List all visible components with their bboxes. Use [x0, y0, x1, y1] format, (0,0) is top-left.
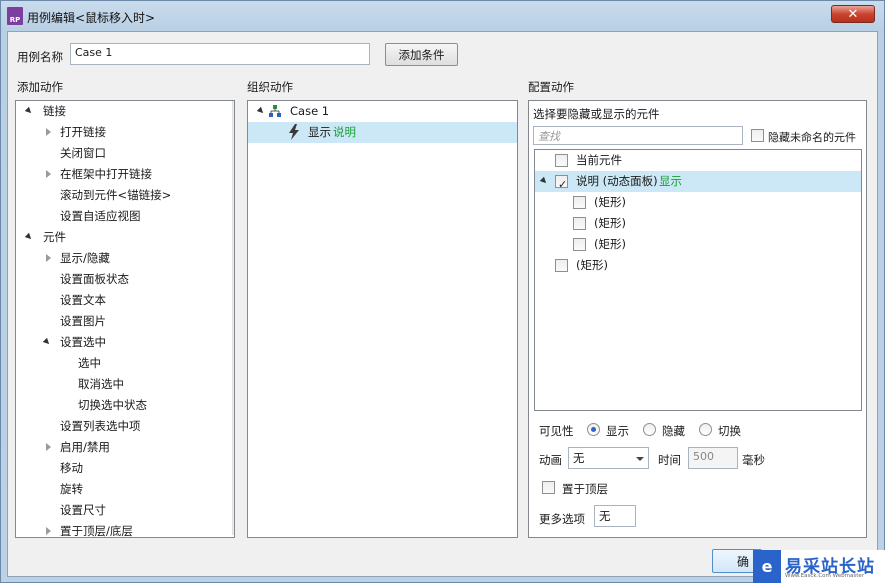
expanded-triangle-icon [42, 337, 52, 347]
collapsed-triangle-icon [46, 128, 51, 136]
visibility-toggle-radio[interactable] [699, 423, 712, 436]
widget-checkbox[interactable] [573, 196, 586, 209]
case-name-label: 用例名称 [17, 50, 63, 64]
widget-row-rectangle[interactable]: (矩形) [535, 213, 861, 234]
visibility-label: 可见性 [539, 424, 574, 438]
title-bar[interactable]: RP 用例编辑<鼠标移入时> ✕ [1, 1, 884, 31]
widget-row-current[interactable]: 当前元件 [535, 150, 861, 171]
collapsed-triangle-icon [46, 254, 51, 262]
visibility-hide-label: 隐藏 [662, 424, 685, 438]
widget-row-dynamic-panel[interactable]: ✓ 说明 (动态面板) 显示 [535, 171, 861, 192]
tree-item-close-window[interactable]: 关闭窗口 [16, 143, 232, 164]
close-button[interactable]: ✕ [831, 5, 875, 23]
tree-item-set-image[interactable]: 设置图片 [16, 311, 232, 332]
configure-action-panel: 选择要隐藏或显示的元件 查找 隐藏未命名的元件 当前元件 ✓ 说明 (动态面板)… [528, 100, 867, 538]
widget-search-input[interactable]: 查找 [533, 126, 743, 145]
tree-item-rotate[interactable]: 旋转 [16, 479, 232, 500]
window-title: 用例编辑<鼠标移入时> [27, 11, 156, 25]
action-row-show[interactable]: 显示 说明 [248, 122, 517, 143]
visibility-show-label: 显示 [606, 424, 629, 438]
tree-item-show-hide[interactable]: 显示/隐藏 [16, 248, 232, 269]
dialog-body: 用例名称 Case 1 添加条件 添加动作 组织动作 配置动作 链接 打开链接 … [7, 31, 878, 577]
tree-item-bring-front-back[interactable]: 置于顶层/底层 [16, 521, 232, 537]
tree-item-enable-disable[interactable]: 启用/禁用 [16, 437, 232, 458]
dropdown-arrow-icon [636, 457, 644, 461]
tree-item-toggle-selected[interactable]: 切换选中状态 [16, 395, 232, 416]
configure-action-heading: 配置动作 [528, 80, 574, 94]
action-tree-panel: 链接 打开链接 关闭窗口 在框架中打开链接 滚动到元件<锚链接> 设置自适应视图 [15, 100, 235, 538]
tree-node-link[interactable]: 链接 [16, 101, 232, 122]
organize-action-panel: Case 1 显示 说明 [247, 100, 518, 538]
case-node[interactable]: Case 1 [248, 101, 517, 122]
watermark-subtitle: Www.Easck.Com Webmaster [785, 573, 865, 579]
more-options-select[interactable]: 无 [594, 505, 636, 527]
close-icon: ✕ [847, 6, 859, 22]
site-watermark: e 易采站长站 Www.Easck.Com Webmaster [753, 550, 885, 583]
hide-unnamed-label: 隐藏未命名的元件 [768, 131, 856, 144]
visibility-toggle-label: 切换 [718, 424, 741, 438]
tree-item-set-size[interactable]: 设置尺寸 [16, 500, 232, 521]
widget-row-rectangle[interactable]: (矩形) [535, 234, 861, 255]
tree-item-move[interactable]: 移动 [16, 458, 232, 479]
bring-to-front-label: 置于顶层 [562, 482, 608, 496]
expanded-triangle-icon [539, 176, 549, 186]
widget-row-rectangle[interactable]: (矩形) [535, 192, 861, 213]
tree-item-set-text[interactable]: 设置文本 [16, 290, 232, 311]
select-widgets-prompt: 选择要隐藏或显示的元件 [533, 107, 660, 121]
animation-time-label: 时间 [658, 453, 681, 467]
watermark-logo-icon: e [753, 550, 781, 583]
organize-action-heading: 组织动作 [247, 80, 293, 94]
widget-checkbox[interactable] [573, 238, 586, 251]
widget-list: 当前元件 ✓ 说明 (动态面板) 显示 (矩形) (矩形) (矩形) (矩形) [534, 149, 862, 411]
collapsed-triangle-icon [46, 527, 51, 535]
tree-item-scroll-to-widget[interactable]: 滚动到元件<锚链接> [16, 185, 232, 206]
widget-row-rectangle[interactable]: (矩形) [535, 255, 861, 276]
widget-checkbox[interactable] [555, 154, 568, 167]
widget-checkbox[interactable] [555, 259, 568, 272]
more-options-label: 更多选项 [539, 512, 585, 526]
tree-item-open-in-frame[interactable]: 在框架中打开链接 [16, 164, 232, 185]
case-flow-icon [269, 105, 281, 117]
expanded-triangle-icon [24, 232, 34, 242]
expanded-triangle-icon [24, 106, 34, 116]
case-name-input[interactable]: Case 1 [70, 43, 370, 65]
animation-label: 动画 [539, 453, 562, 467]
collapsed-triangle-icon [46, 443, 51, 451]
tree-item-unselect[interactable]: 取消选中 [16, 374, 232, 395]
lightning-bolt-icon [289, 124, 299, 140]
action-tree-scrollbar[interactable] [232, 101, 235, 535]
visibility-show-radio[interactable] [587, 423, 600, 436]
animation-select[interactable]: 无 [568, 447, 649, 469]
scrollbar-thumb[interactable] [234, 119, 235, 313]
dialog-window: RP 用例编辑<鼠标移入时> ✕ 用例名称 Case 1 添加条件 添加动作 组… [0, 0, 885, 583]
tree-item-open-link[interactable]: 打开链接 [16, 122, 232, 143]
tree-item-select[interactable]: 选中 [16, 353, 232, 374]
widget-checkbox[interactable]: ✓ [555, 175, 568, 191]
expanded-triangle-icon [256, 106, 266, 116]
tree-node-widgets[interactable]: 元件 [16, 227, 232, 248]
axure-app-icon: RP [7, 7, 23, 25]
radio-selected-dot [591, 427, 596, 432]
animation-time-input[interactable]: 500 [688, 447, 738, 469]
add-condition-button[interactable]: 添加条件 [385, 43, 458, 66]
collapsed-triangle-icon [46, 170, 51, 178]
add-action-heading: 添加动作 [17, 80, 63, 94]
widget-checkbox[interactable] [573, 217, 586, 230]
tree-item-set-adaptive-view[interactable]: 设置自适应视图 [16, 206, 232, 227]
animation-time-unit: 毫秒 [742, 453, 765, 467]
bring-to-front-checkbox[interactable] [542, 481, 555, 494]
tree-item-set-panel-state[interactable]: 设置面板状态 [16, 269, 232, 290]
tree-node-set-selected[interactable]: 设置选中 [16, 332, 232, 353]
hide-unnamed-checkbox[interactable] [751, 129, 764, 142]
tree-item-set-list-selection[interactable]: 设置列表选中项 [16, 416, 232, 437]
visibility-hide-radio[interactable] [643, 423, 656, 436]
